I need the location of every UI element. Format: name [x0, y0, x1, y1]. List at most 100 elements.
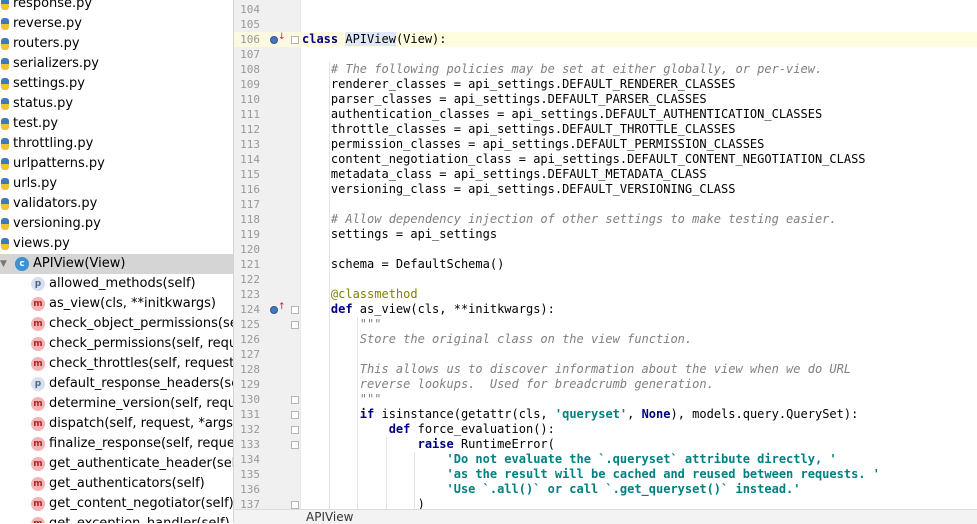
method-icon: m: [31, 297, 45, 311]
project-tree-panel: response.py reverse.py routers.py serialize…: [0, 0, 234, 523]
code-line-126[interactable]: Store the original class on the view fun…: [302, 332, 977, 347]
python-file-icon: [0, 177, 10, 191]
tree-item-file[interactable]: settings.py: [0, 74, 233, 94]
code-line-135[interactable]: 'as the result will be cached and reused…: [302, 467, 977, 482]
tree-item-file[interactable]: reverse.py: [0, 14, 233, 34]
fold-toggle-icon[interactable]: [291, 36, 299, 44]
member-label: finalize_response(self, reques: [49, 436, 234, 451]
fold-toggle-icon[interactable]: [291, 321, 299, 329]
tree-item-file[interactable]: response.py: [0, 0, 233, 14]
fold-toggle-icon[interactable]: [291, 501, 299, 509]
line-number: 106: [240, 33, 260, 46]
tree-item-member[interactable]: m check_object_permissions(sel: [0, 314, 233, 334]
override-marker-icon[interactable]: ↑: [270, 302, 286, 315]
line-number: 104: [240, 3, 260, 16]
file-name: views.py: [13, 236, 70, 251]
tree-item-member[interactable]: m finalize_response(self, reques: [0, 434, 233, 454]
line-number: 107: [240, 48, 260, 61]
fold-toggle-icon[interactable]: [291, 426, 299, 434]
class-name: APIView: [345, 32, 396, 46]
tree-item-file[interactable]: throttling.py: [0, 134, 233, 154]
code-line-106[interactable]: class APIView(View):: [302, 32, 977, 47]
line-number: 126: [240, 333, 260, 346]
code-line-113[interactable]: permission_classes = api_settings.DEFAUL…: [302, 137, 977, 152]
code-line-114[interactable]: content_negotiation_class = api_settings…: [302, 152, 977, 167]
code-line-110[interactable]: parser_classes = api_settings.DEFAULT_PA…: [302, 92, 977, 107]
python-file-icon: [0, 237, 10, 251]
tree-item-member[interactable]: m check_throttles(self, request): [0, 354, 233, 374]
code-line-121[interactable]: schema = DefaultSchema(): [302, 257, 977, 272]
line-number: 120: [240, 243, 260, 256]
code-line-111[interactable]: authentication_classes = api_settings.DE…: [302, 107, 977, 122]
fold-toggle-icon[interactable]: [291, 306, 299, 314]
line-number: 123: [240, 288, 260, 301]
line-number: 111: [240, 108, 260, 121]
tree-item-file[interactable]: routers.py: [0, 34, 233, 54]
line-number: 113: [240, 138, 260, 151]
tree-item-member[interactable]: m dispatch(self, request, *args,: [0, 414, 233, 434]
file-name: urlpatterns.py: [13, 156, 105, 171]
code-line-129[interactable]: reverse lookups. Used for breadcrumb gen…: [302, 377, 977, 392]
tree-item-member[interactable]: m as_view(cls, **initkwargs): [0, 294, 233, 314]
tree-item-class[interactable]: ▼ c APIView(View): [0, 254, 233, 274]
fold-toggle-icon[interactable]: [291, 411, 299, 419]
code-line-123[interactable]: @classmethod: [302, 287, 977, 302]
line-number: 131: [240, 408, 260, 421]
tree-item-file[interactable]: urls.py: [0, 174, 233, 194]
keyword: class: [302, 32, 346, 46]
fold-toggle-icon[interactable]: [291, 441, 299, 449]
code-line-136[interactable]: 'Use `.all()` or call `.get_queryset()` …: [302, 482, 977, 497]
member-label: dispatch(self, request, *args,: [49, 416, 234, 431]
breadcrumb-bar: APIView: [234, 509, 977, 524]
method-icon: m: [31, 337, 45, 351]
tree-item-member[interactable]: p default_response_headers(sel: [0, 374, 233, 394]
code-line-118[interactable]: # Allow dependency injection of other se…: [302, 212, 977, 227]
code-line-131[interactable]: if isinstance(getattr(cls, 'queryset', N…: [302, 407, 977, 422]
line-number: 119: [240, 228, 260, 241]
method-icon: m: [31, 317, 45, 331]
file-name: versioning.py: [13, 216, 101, 231]
tree-item-member[interactable]: m determine_version(self, reque: [0, 394, 233, 414]
member-label: check_object_permissions(sel: [49, 316, 234, 331]
code-line-128[interactable]: This allows us to discover information a…: [302, 362, 977, 377]
line-number: 128: [240, 363, 260, 376]
code-line-133[interactable]: raise RuntimeError(: [302, 437, 977, 452]
override-marker-icon[interactable]: ↓: [270, 32, 286, 45]
tree-item-member[interactable]: m get_authenticators(self): [0, 474, 233, 494]
code-line-115[interactable]: metadata_class = api_settings.DEFAULT_ME…: [302, 167, 977, 182]
tree-item-file[interactable]: serializers.py: [0, 54, 233, 74]
fold-toggle-icon[interactable]: [291, 396, 299, 404]
code-line-134[interactable]: 'Do not evaluate the `.queryset` attribu…: [302, 452, 977, 467]
code-line-130[interactable]: """: [302, 392, 977, 407]
file-name: reverse.py: [13, 16, 82, 31]
python-file-icon: [0, 157, 10, 171]
code-line-108[interactable]: # The following policies may be set at e…: [302, 62, 977, 77]
tree-item-file[interactable]: validators.py: [0, 194, 233, 214]
tree-item-member[interactable]: m get_content_negotiator(self): [0, 494, 233, 514]
method-icon: m: [31, 517, 45, 523]
code-line-119[interactable]: settings = api_settings: [302, 227, 977, 242]
file-name: urls.py: [13, 176, 58, 191]
breadcrumb[interactable]: APIView: [306, 510, 353, 524]
tree-item-member[interactable]: p allowed_methods(self): [0, 274, 233, 294]
tree-item-member[interactable]: m get_authenticate_header(self,: [0, 454, 233, 474]
expand-arrow-icon[interactable]: ▼: [0, 254, 7, 274]
tree-item-file[interactable]: views.py: [0, 234, 233, 254]
line-number: 125: [240, 318, 260, 331]
tree-item-file[interactable]: test.py: [0, 114, 233, 134]
code-text: (View):: [395, 32, 447, 46]
tree-item-file[interactable]: urlpatterns.py: [0, 154, 233, 174]
class-icon: c: [15, 257, 29, 271]
code-line-124[interactable]: def as_view(cls, **initkwargs):: [302, 302, 977, 317]
tree-item-file[interactable]: status.py: [0, 94, 233, 114]
tree-item-member[interactable]: m get_exception_handler(self): [0, 514, 233, 523]
tree-item-member[interactable]: m check_permissions(self, reque: [0, 334, 233, 354]
method-icon: m: [31, 497, 45, 511]
code-text: as_view(cls, **initkwargs):: [359, 302, 555, 316]
tree-item-file[interactable]: versioning.py: [0, 214, 233, 234]
code-line-132[interactable]: def force_evaluation():: [302, 422, 977, 437]
code-line-112[interactable]: throttle_classes = api_settings.DEFAULT_…: [302, 122, 977, 137]
code-line-116[interactable]: versioning_class = api_settings.DEFAULT_…: [302, 182, 977, 197]
code-line-109[interactable]: renderer_classes = api_settings.DEFAULT_…: [302, 77, 977, 92]
code-line-125[interactable]: """: [302, 317, 977, 332]
